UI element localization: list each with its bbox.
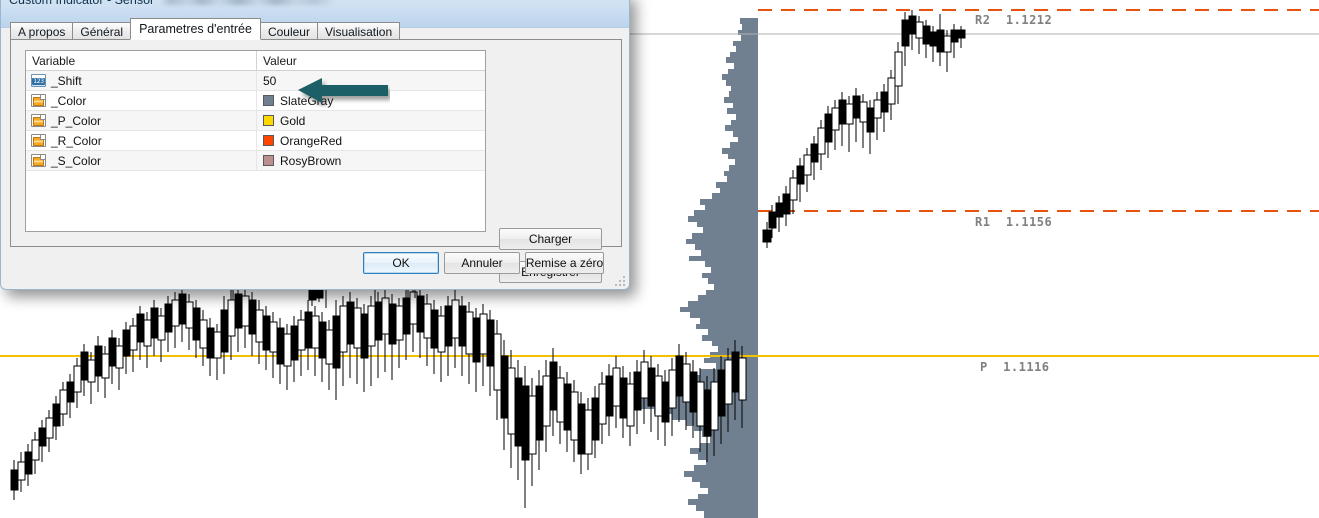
level-label-p: P 1.1116 xyxy=(980,360,1050,374)
tab-body: Variable Valeur 123 _Shift 50 _Color Sla… xyxy=(10,39,622,283)
color-icon xyxy=(31,94,46,107)
remise-a-zero-button[interactable]: Remise a zéro xyxy=(525,252,604,274)
variable-value: Gold xyxy=(280,113,306,128)
tab-couleur[interactable]: Couleur xyxy=(259,22,318,40)
variable-name: _S_Color xyxy=(51,153,102,168)
grid-header-row: Variable Valeur xyxy=(26,51,485,71)
screen: R2 1.1212 R1 1.1156 P 1.1116 Custom Indi… xyxy=(0,0,1319,518)
variable-value: RosyBrown xyxy=(280,153,342,168)
tab-a-propos[interactable]: A propos xyxy=(10,22,74,40)
row-value-cell[interactable]: RosyBrown xyxy=(257,151,485,170)
tab-strip[interactable]: A propos Général Parametres d'entrée Cou… xyxy=(10,18,401,40)
variable-name: _P_Color xyxy=(51,113,102,128)
ok-button[interactable]: OK xyxy=(363,252,439,274)
remise-a-zero-button-label: Remise a zéro xyxy=(525,256,604,270)
tab-parametres-dentree[interactable]: Parametres d'entrée xyxy=(130,18,261,40)
level-label-r2: R2 1.1212 xyxy=(975,13,1053,27)
table-row[interactable]: _S_Color RosyBrown xyxy=(26,151,485,171)
row-variable-cell[interactable]: _Color xyxy=(26,91,257,110)
tab-general[interactable]: Général xyxy=(72,22,132,40)
dialog-title: Custom Indicator - Sensor xyxy=(9,0,155,7)
variable-value: 50 xyxy=(263,73,277,88)
tab-visualisation[interactable]: Visualisation xyxy=(316,22,401,40)
row-value-cell[interactable]: Gold xyxy=(257,111,485,130)
parameters-grid[interactable]: Variable Valeur 123 _Shift 50 _Color Sla… xyxy=(25,50,486,232)
variable-name: _R_Color xyxy=(51,133,102,148)
column-header-valeur: Valeur xyxy=(263,54,297,68)
color-swatch xyxy=(263,135,274,146)
row-variable-cell[interactable]: 123 _Shift xyxy=(26,71,257,90)
annuler-button[interactable]: Annuler xyxy=(444,252,520,274)
row-value-cell[interactable]: SlateGray xyxy=(257,91,485,110)
charger-button-label: Charger xyxy=(528,232,573,246)
volume-profile xyxy=(628,18,758,518)
color-swatch xyxy=(263,155,274,166)
variable-name: _Color xyxy=(51,93,87,108)
color-swatch xyxy=(263,95,274,106)
resize-grip[interactable] xyxy=(613,274,625,286)
volume-profile-spine xyxy=(746,18,758,518)
row-variable-cell[interactable]: _P_Color xyxy=(26,111,257,130)
variable-name: _Shift xyxy=(51,73,82,88)
row-variable-cell[interactable]: _R_Color xyxy=(26,131,257,150)
dialog-titlebar[interactable]: Custom Indicator - Sensor xyxy=(1,0,629,16)
custom-indicator-dialog[interactable]: Custom Indicator - Sensor ❐ ✕ A propos G… xyxy=(0,0,630,290)
redacted-title-text xyxy=(160,0,336,5)
level-label-r1: R1 1.1156 xyxy=(975,215,1053,229)
variable-value: SlateGray xyxy=(280,93,334,108)
row-value-cell[interactable]: OrangeRed xyxy=(257,131,485,150)
color-icon xyxy=(31,134,46,147)
annuler-button-label: Annuler xyxy=(461,256,503,270)
table-row[interactable]: 123 _Shift 50 xyxy=(26,71,485,91)
ok-button-label: OK xyxy=(392,256,410,270)
table-row[interactable]: _Color SlateGray xyxy=(26,91,485,111)
table-row[interactable]: _P_Color Gold xyxy=(26,111,485,131)
table-row[interactable]: _R_Color OrangeRed xyxy=(26,131,485,151)
charger-button[interactable]: Charger xyxy=(499,228,602,250)
row-value-cell[interactable]: 50 xyxy=(257,71,485,90)
number-icon: 123 xyxy=(31,74,46,87)
column-header-variable: Variable xyxy=(26,51,257,70)
row-variable-cell[interactable]: _S_Color xyxy=(26,151,257,170)
color-icon xyxy=(31,114,46,127)
color-icon xyxy=(31,154,46,167)
variable-value: OrangeRed xyxy=(280,133,343,148)
color-swatch xyxy=(263,115,274,126)
tab-panel: A propos Général Parametres d'entrée Cou… xyxy=(10,18,622,283)
